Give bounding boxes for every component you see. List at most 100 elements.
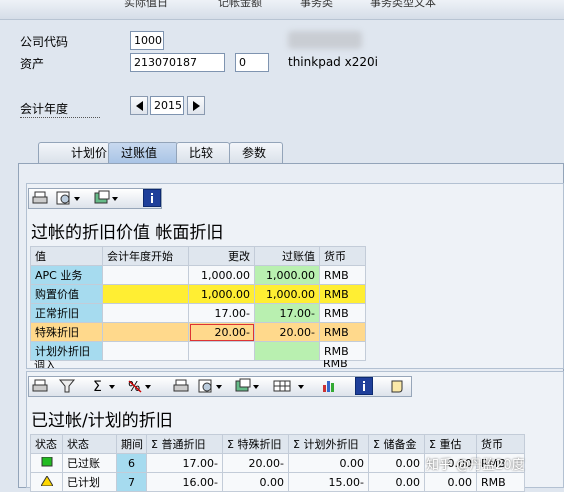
period-cell: 6 [116, 453, 147, 473]
arrow-right-icon [192, 101, 200, 111]
table-row[interactable]: 已计划 7 16.00- 0.00 15.00- 0.00 0.00 RMB [30, 472, 525, 492]
subtotal-icon[interactable]: % [126, 378, 152, 395]
column-header: Σ 计划外折旧 [288, 434, 369, 454]
filter-icon[interactable] [58, 378, 76, 394]
currency-cell: RMB [319, 322, 366, 342]
arrow-left-icon [135, 101, 143, 111]
revaluation-cell: 0.00 [424, 472, 477, 492]
fiscal-year-label: 会计年度 [20, 100, 100, 118]
column-header: 货币 [476, 434, 525, 454]
column-header: 会计年度开始 [102, 246, 189, 266]
table-row-partial: 调入 RMB [34, 360, 348, 368]
column-header: Σ 重估 [424, 434, 477, 454]
ordinary-cell: 16.00- [146, 472, 223, 492]
currency-cell: RMB [319, 284, 366, 304]
column-header: Σ 普通折旧 [146, 434, 223, 454]
strip-col: 记帐金额 [218, 0, 262, 9]
row-name: 购置价值 [30, 284, 103, 304]
tab-parameters[interactable]: 参数 [229, 142, 283, 164]
column-header: 货币 [319, 246, 366, 266]
currency-cell: RMB [319, 303, 366, 323]
tab-planned-values[interactable]: 计划价值 [38, 142, 110, 180]
watermark: 知乎 @丹监20度 [426, 458, 525, 473]
blurred-company-name [288, 31, 362, 49]
currency-cell: RMB [319, 265, 366, 285]
row-name: APC 业务 [30, 265, 103, 285]
change-cell: 1,000.00 [188, 265, 255, 285]
column-header: Σ 特殊折旧 [222, 434, 289, 454]
layout-grid-icon[interactable] [272, 378, 306, 394]
unplanned-cell: 0.00 [288, 453, 369, 473]
column-header: Σ 储备金 [368, 434, 425, 454]
sum-icon[interactable]: Σ [90, 378, 116, 395]
column-header-strip: 实际值日 记帐金额 事务类 事务类型文本 [0, 0, 564, 20]
row-name: 计划外折旧 [30, 341, 103, 361]
view-details-icon[interactable] [197, 378, 223, 394]
column-header: 状态 [62, 434, 117, 454]
print-icon[interactable] [31, 378, 49, 394]
info-icon[interactable] [355, 377, 373, 395]
company-code-field[interactable]: 1000 [130, 31, 164, 50]
status-cell: 已计划 [62, 472, 117, 492]
column-header: 过账值 [254, 246, 320, 266]
print-icon[interactable] [31, 190, 49, 206]
asset-label: 资产 [20, 57, 45, 71]
export-icon[interactable] [234, 378, 260, 394]
graphic-icon[interactable] [320, 378, 338, 394]
tab-comparison[interactable]: 比较 [176, 142, 230, 164]
posted-cell: 1,000.00 [254, 265, 320, 285]
strip-col: 实际值日 [124, 0, 168, 9]
green-square-icon [30, 453, 63, 473]
asset-description: thinkpad x220i [288, 55, 378, 69]
fy-start-cell [102, 322, 189, 342]
fiscal-year-field[interactable]: 2015 [150, 96, 184, 115]
currency-cell: RMB [476, 472, 525, 492]
special-cell: 20.00- [222, 453, 289, 473]
special-cell: 0.00 [222, 472, 289, 492]
change-cell[interactable]: 20.00- [188, 322, 255, 342]
table-row: 正常折旧 17.00- 17.00- RMB [30, 303, 366, 323]
info-icon[interactable] [143, 189, 161, 207]
posted-cell: 20.00- [254, 322, 320, 342]
currency-cell: RMB [319, 341, 366, 361]
yellow-triangle-icon [30, 472, 63, 492]
change-cell: 1,000.00 [188, 284, 255, 304]
strip-col: 事务类 [300, 0, 333, 9]
posted-values-table: 值 会计年度开始 更改 过账值 货币 APC 业务 1,000.00 1,000… [30, 246, 366, 361]
export-icon[interactable] [93, 190, 119, 206]
sigma-icon: Σ [373, 438, 380, 451]
column-header: 期间 [116, 434, 147, 454]
fy-start-cell [102, 303, 189, 323]
table-row[interactable]: 特殊折旧 20.00- 20.00- RMB [30, 322, 366, 342]
svg-text:Σ: Σ [93, 379, 102, 394]
next-year-button[interactable] [187, 96, 205, 115]
column-header: 更改 [188, 246, 255, 266]
asset-number-field[interactable]: 213070187 [130, 53, 225, 72]
column-header: 状态 [30, 434, 63, 454]
sigma-icon: Σ [293, 438, 300, 451]
table-row: 购置价值 1,000.00 1,000.00 RMB [30, 284, 366, 304]
column-header: 值 [30, 246, 103, 266]
sigma-icon: Σ [227, 438, 234, 451]
posted-cell [254, 341, 320, 361]
section1-title: 过帐的折旧价值 帐面折旧 [31, 223, 224, 243]
change-cell [188, 341, 255, 361]
view-details-icon[interactable] [55, 190, 81, 206]
tab-posted-values[interactable]: 过账值 [108, 142, 178, 164]
prev-year-button[interactable] [130, 96, 148, 115]
section2-title: 已过帐/计划的折旧 [31, 411, 173, 431]
asset-subnumber-field[interactable]: 0 [235, 53, 269, 72]
print-preview-icon[interactable] [172, 378, 190, 394]
unplanned-cell: 15.00- [288, 472, 369, 492]
posted-cell: 1,000.00 [254, 284, 320, 304]
row-name: 正常折旧 [30, 303, 103, 323]
sigma-icon: Σ [151, 438, 158, 451]
fy-start-cell [102, 284, 189, 304]
fy-start-cell [102, 341, 189, 361]
posted-cell: 17.00- [254, 303, 320, 323]
period-cell: 7 [116, 472, 147, 492]
table-row: 计划外折旧 RMB [30, 341, 366, 361]
table-row: APC 业务 1,000.00 1,000.00 RMB [30, 265, 366, 285]
status-cell: 已过账 [62, 453, 117, 473]
scroll-icon[interactable] [388, 378, 406, 394]
